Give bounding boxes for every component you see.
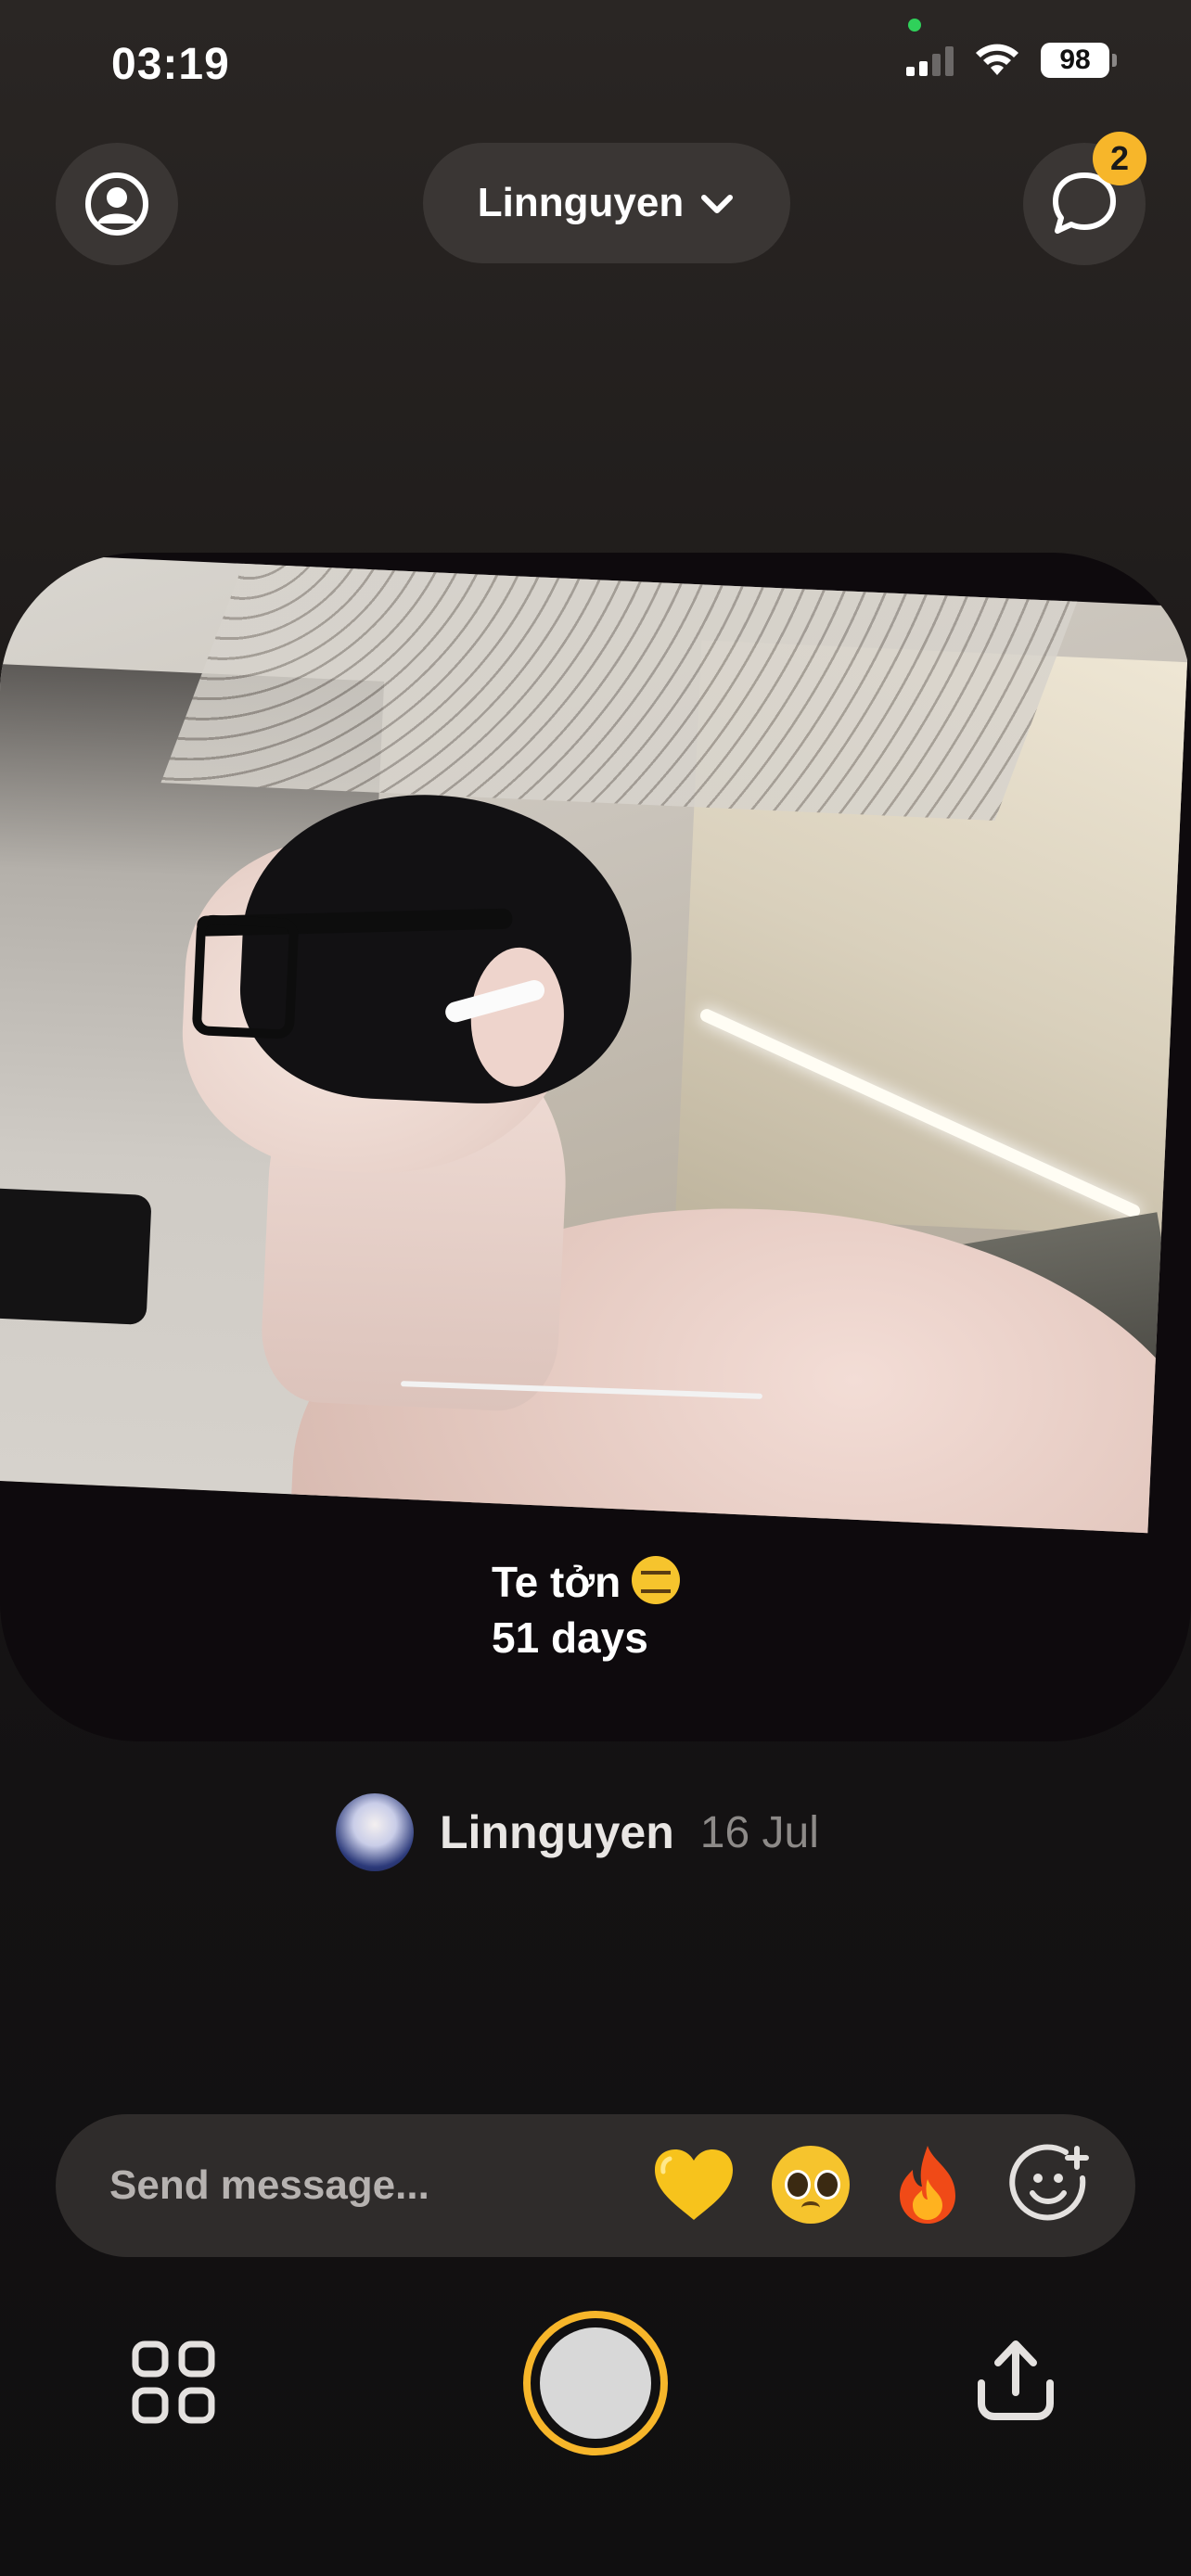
caption-text: Te tởn <box>492 1558 621 1606</box>
shutter-inner <box>540 2327 651 2439</box>
yellow-heart-reaction[interactable] <box>649 2140 738 2229</box>
post-caption: Te tởn 51 days <box>492 1554 681 1665</box>
history-grid-button[interactable] <box>132 2340 215 2429</box>
caption-line-1: Te tởn <box>492 1554 681 1610</box>
post-author-row[interactable]: Linnguyen 16 Jul <box>336 1793 819 1871</box>
message-composer[interactable]: Send message... <box>56 2114 1135 2257</box>
person-circle-icon <box>85 172 148 236</box>
wifi-icon <box>976 44 1018 75</box>
author-name: Linnguyen <box>440 1806 674 1858</box>
caption-line-2: 51 days <box>492 1613 648 1662</box>
pleading-eye-right <box>814 2170 840 2200</box>
cellular-signal-icon <box>906 45 954 76</box>
photo-monitor <box>0 1186 152 1325</box>
status-icons: 98 <box>906 43 1117 78</box>
pleading-face-reaction[interactable] <box>766 2140 855 2229</box>
post-photo <box>0 553 1190 1534</box>
shutter-button[interactable] <box>523 2311 668 2455</box>
expressionless-face-icon <box>632 1556 681 1604</box>
pleading-face-icon <box>772 2146 850 2224</box>
privacy-indicator-dot <box>908 19 921 32</box>
pleading-mouth <box>801 2201 820 2214</box>
add-reaction-button[interactable] <box>1005 2140 1095 2229</box>
pleading-eye-left <box>785 2170 811 2200</box>
screen: 03:19 98 Linnguyen 2 Te tởn 51 days Linn… <box>0 0 1191 2576</box>
status-time: 03:19 <box>111 40 230 89</box>
battery-indicator: 98 <box>1041 43 1117 78</box>
share-icon <box>978 2340 1054 2420</box>
grid-icon <box>132 2340 215 2424</box>
profile-button[interactable] <box>56 143 178 265</box>
share-button[interactable] <box>976 2337 1056 2427</box>
add-emoji-icon <box>1009 2144 1089 2221</box>
fire-reaction[interactable] <box>883 2140 972 2229</box>
photo-ceiling <box>160 553 1092 821</box>
yellow-heart-icon <box>655 2149 733 2220</box>
send-message-input[interactable]: Send message... <box>109 2162 429 2209</box>
friend-selector-label: Linnguyen <box>477 180 685 225</box>
photo-person <box>137 786 1190 1534</box>
glasses-lens <box>191 914 300 1039</box>
fire-icon <box>900 2146 955 2224</box>
chevron-down-icon <box>701 195 734 213</box>
chat-badge: 2 <box>1093 132 1146 185</box>
avatar <box>336 1793 414 1871</box>
friend-selector[interactable]: Linnguyen <box>423 143 790 263</box>
post-date: 16 Jul <box>699 1807 819 1857</box>
